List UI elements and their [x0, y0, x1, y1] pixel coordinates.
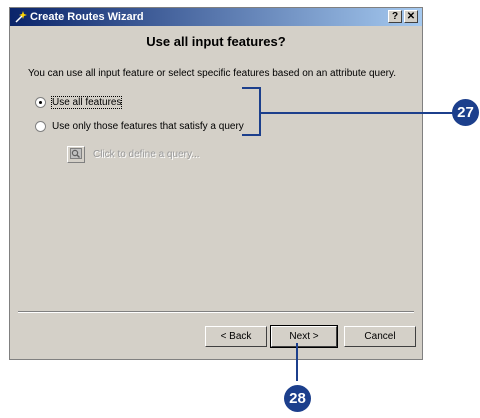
callout-bracket-27 [242, 87, 261, 136]
query-builder-button[interactable] [67, 146, 85, 163]
callout-line-28 [296, 343, 298, 381]
help-button[interactable]: ? [388, 10, 402, 23]
use-query-features-radio[interactable] [35, 120, 46, 132]
use-all-features-label[interactable]: Use all features [50, 95, 123, 109]
separator [18, 311, 414, 313]
callout-line-27 [261, 112, 461, 114]
title-bar[interactable]: Create Routes Wizard ? ✕ [10, 8, 422, 26]
use-query-features-option[interactable]: Use only those features that satisfy a q… [35, 119, 244, 133]
back-button[interactable]: < Back [205, 326, 267, 347]
query-builder-icon [70, 146, 82, 164]
next-button[interactable]: Next > [270, 325, 338, 348]
cancel-button[interactable]: Cancel [344, 326, 416, 347]
window-title: Create Routes Wizard [30, 11, 144, 23]
callout-badge-27: 27 [452, 99, 479, 126]
use-query-features-label[interactable]: Use only those features that satisfy a q… [52, 121, 244, 132]
callout-badge-28: 28 [284, 385, 311, 412]
use-all-features-option[interactable]: Use all features [35, 95, 123, 109]
use-all-features-radio[interactable] [35, 96, 46, 108]
close-button[interactable]: ✕ [404, 10, 418, 23]
define-query-link: Click to define a query... [93, 149, 200, 160]
page-heading: Use all input features? [146, 34, 286, 49]
wizard-icon [14, 10, 28, 24]
intro-text: You can use all input feature or select … [28, 68, 397, 79]
create-routes-wizard-dialog: Create Routes Wizard ? ✕ Use all input f… [9, 7, 423, 360]
